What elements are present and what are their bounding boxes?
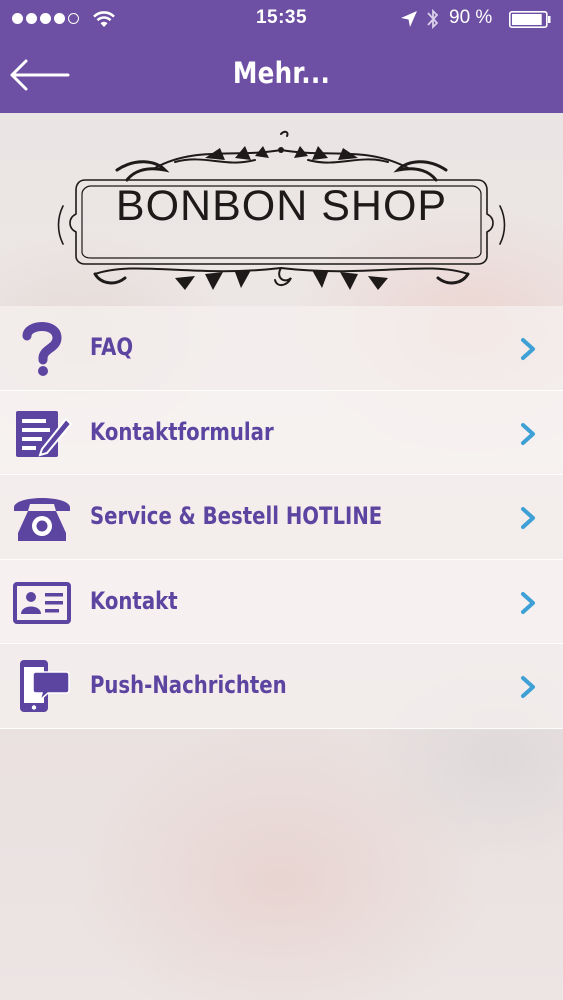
menu-item-hotline[interactable]: Service & Bestell HOTLINE bbox=[0, 475, 563, 560]
telephone-icon bbox=[14, 498, 70, 542]
battery-icon bbox=[509, 11, 551, 28]
chevron-right-icon bbox=[521, 591, 535, 614]
header: 15:35 90 % Mehr... bbox=[0, 0, 563, 113]
id-card-icon bbox=[13, 581, 71, 624]
menu-item-faq[interactable]: FAQ bbox=[0, 306, 563, 391]
navigation-bar: Mehr... bbox=[0, 38, 563, 113]
page-title: Mehr... bbox=[232, 56, 331, 90]
bluetooth-icon bbox=[427, 8, 439, 30]
menu-item-push-nachrichten[interactable]: Push-Nachrichten bbox=[0, 644, 563, 729]
menu-item-kontaktformular[interactable]: Kontaktformular bbox=[0, 390, 563, 476]
logo-text: BONBON SHOP bbox=[115, 182, 448, 230]
phone-message-icon bbox=[20, 660, 70, 713]
menu-item-label: Service & Bestell HOTLINE bbox=[90, 502, 383, 531]
menu-item-label: FAQ bbox=[90, 333, 134, 361]
chevron-right-icon bbox=[521, 338, 535, 360]
question-mark-icon bbox=[22, 322, 62, 376]
form-pencil-icon bbox=[16, 410, 72, 457]
menu-item-label: Kontakt bbox=[90, 586, 178, 615]
chevron-right-icon bbox=[521, 422, 535, 445]
menu-item-label: Kontaktformular bbox=[90, 417, 274, 446]
menu-item-kontakt[interactable]: Kontakt bbox=[0, 559, 563, 645]
status-bar: 15:35 90 % bbox=[0, 0, 563, 38]
chevron-right-icon bbox=[521, 676, 535, 699]
battery-percent: 90 % bbox=[449, 7, 493, 28]
menu-item-label: Push-Nachrichten bbox=[90, 671, 287, 700]
location-arrow-icon bbox=[401, 11, 417, 27]
menu-list: FAQ Kontaktformular Service & Bestell HO… bbox=[0, 306, 563, 729]
chevron-right-icon bbox=[521, 507, 535, 530]
